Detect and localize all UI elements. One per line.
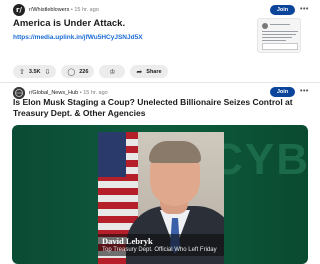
subreddit-name[interactable]: r/Whistleblowers xyxy=(29,7,69,13)
post-age: 15 hr. ago xyxy=(74,7,99,13)
post-meta: r/Whistleblowers • 15 hr. ago xyxy=(29,7,99,13)
post-age: 15 hr. ago xyxy=(83,90,108,96)
vote-control: ⇧ 3.5K ⇩ xyxy=(13,65,57,78)
arrow-down-icon[interactable]: ⇩ xyxy=(45,68,51,76)
share-label: Share xyxy=(146,68,162,75)
portrait-photo: David Lebryk Top Treasury Dept. Official… xyxy=(98,132,224,264)
post-header: r/ r/Whistleblowers • 15 hr. ago xyxy=(13,3,99,17)
speech-bubble-icon: ◯ xyxy=(67,67,76,76)
share-arrow-icon: ➦ xyxy=(136,67,143,76)
post-meta: r/Global_News_Hub • 15 hr. ago xyxy=(29,90,108,96)
award-button[interactable]: ♔ xyxy=(99,65,126,78)
caption-subtitle: Top Treasury Dept. Official Who Left Fri… xyxy=(102,247,217,253)
share-button[interactable]: ➦ Share xyxy=(130,65,168,78)
award-icon: ♔ xyxy=(109,67,116,76)
image-caption: David Lebryk Top Treasury Dept. Official… xyxy=(98,234,224,256)
post-card[interactable]: r/ r/Whistleblowers • 15 hr. ago Join ••… xyxy=(0,0,320,84)
post-divider xyxy=(0,82,320,83)
comments-button[interactable]: ◯ 226 xyxy=(61,65,95,78)
arrow-up-icon[interactable]: ⇧ xyxy=(19,68,25,76)
caption-name: David Lebryk xyxy=(102,236,153,246)
vote-count: 3.5K xyxy=(28,68,41,75)
post-link[interactable]: https://media.uplink.in/jfWu5HCyJSNJd5X xyxy=(13,34,143,41)
post-thumbnail[interactable] xyxy=(257,18,301,53)
subreddit-avatar[interactable]: r/ xyxy=(13,4,25,16)
more-options-icon[interactable]: ••• xyxy=(300,5,309,15)
comment-count: 226 xyxy=(79,68,89,75)
more-options-icon[interactable]: ••• xyxy=(300,87,309,97)
join-button[interactable]: Join xyxy=(270,5,295,15)
post-title[interactable]: Is Elon Musk Staging a Coup? Unelected B… xyxy=(13,97,313,119)
join-button[interactable]: Join xyxy=(270,87,295,97)
subreddit-name[interactable]: r/Global_News_Hub xyxy=(29,90,78,96)
post-actions: ⇧ 3.5K ⇩ ◯ 226 ♔ ➦ Share xyxy=(13,65,168,78)
post-title[interactable]: America is Under Attack. xyxy=(13,18,125,29)
post-image[interactable]: CYB David Lebryk Top Treasury Dept. Offi… xyxy=(12,125,308,264)
